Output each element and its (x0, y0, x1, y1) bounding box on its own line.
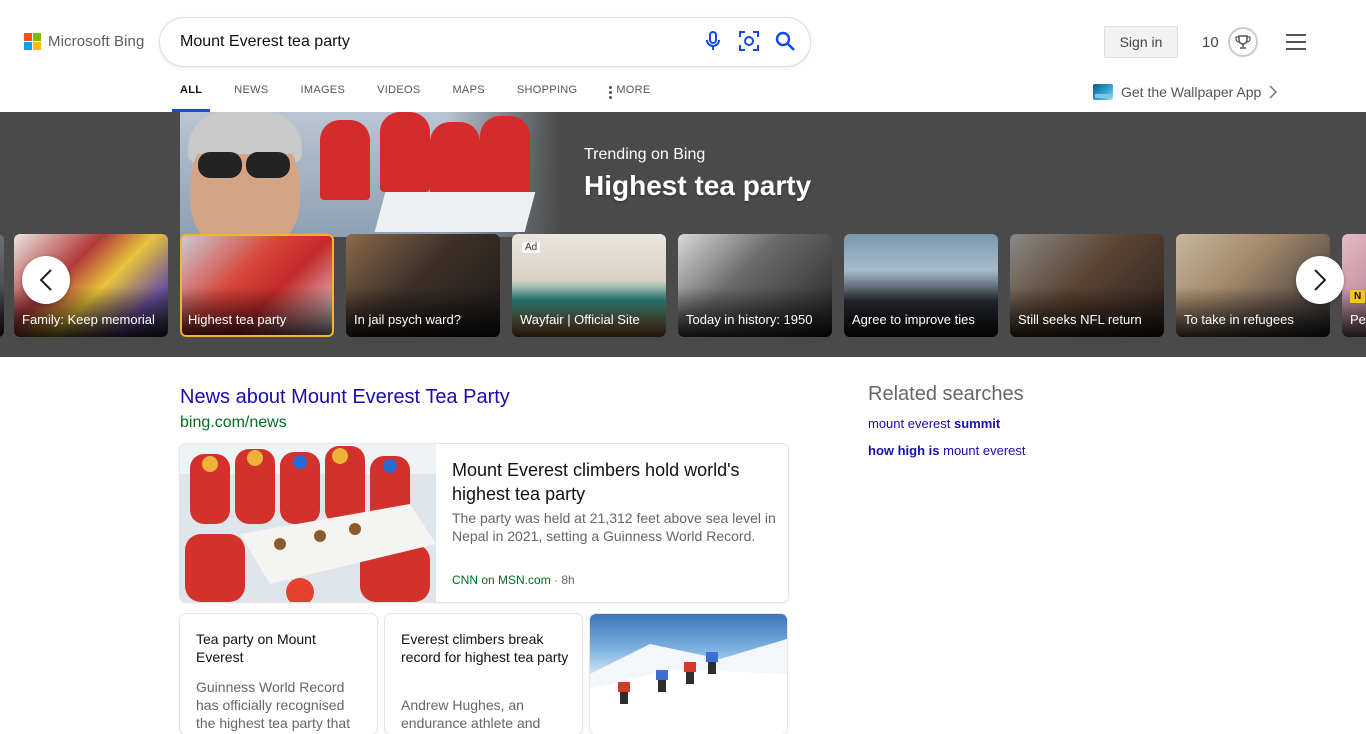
search-input[interactable] (180, 30, 660, 54)
trending-card-caption: Wayfair | Official Site (520, 312, 640, 327)
trending-card-caption: To take in refugees (1184, 312, 1294, 327)
related-search-bold: how high is (868, 443, 940, 458)
visual-search-icon[interactable] (738, 30, 760, 52)
tab-more-label: MORE (616, 84, 651, 96)
trending-card-improve-ties[interactable]: Agree to improve ties (844, 234, 998, 337)
tab-maps[interactable]: MAPS (452, 82, 484, 112)
trending-cards: Family: Keep memorial Highest tea party … (0, 234, 1366, 337)
rewards-points[interactable]: 10 (1202, 34, 1219, 51)
related-search-how-high[interactable]: how high is mount everest (868, 443, 1026, 458)
main-news-image[interactable] (180, 444, 436, 602)
chevron-right-icon (1314, 269, 1327, 291)
wallpaper-app-link[interactable]: Get the Wallpaper App (1093, 84, 1278, 100)
main-news-age: · 8h (554, 573, 575, 587)
news-card-climbers-image[interactable] (590, 614, 787, 734)
trending-card-jail-psych-ward[interactable]: In jail psych ward? (346, 234, 500, 337)
news-source-link[interactable]: bing.com/news (180, 414, 287, 432)
sign-in-button[interactable]: Sign in (1104, 26, 1178, 58)
main-news-provider[interactable]: CNN on MSN.com (452, 573, 551, 587)
trending-card-caption: In jail psych ward? (354, 312, 461, 327)
trending-card-caption: Still seeks NFL return (1018, 312, 1142, 327)
trending-card-caption: Pe (1350, 312, 1366, 327)
rewards-trophy-icon[interactable] (1228, 27, 1258, 57)
more-dots-icon (609, 84, 613, 99)
related-search-plain: mount everest (939, 443, 1026, 458)
related-search-plain: mount everest (868, 416, 954, 431)
news-card-title[interactable]: Everest climbers break record for highes… (401, 630, 571, 666)
trending-card-caption: Agree to improve ties (852, 312, 975, 327)
trending-card-wayfair-ad[interactable]: Ad Wayfair | Official Site (512, 234, 666, 337)
related-search-summit[interactable]: mount everest summit (868, 416, 1000, 431)
related-search-bold: summit (954, 416, 1001, 431)
ad-badge: Ad (522, 242, 541, 253)
trending-card-caption: Family: Keep memorial (22, 312, 155, 327)
trending-label: Trending on Bing (584, 146, 706, 163)
header: Microsoft Bing Sign in 10 ALL NEWS IMAGE… (0, 0, 1366, 112)
trending-carousel: Trending on Bing Highest tea party Famil… (0, 112, 1366, 357)
trending-card-caption: Today in history: 1950 (686, 312, 813, 327)
tab-all[interactable]: ALL (171, 82, 211, 112)
news-card-snippet: Andrew Hughes, an endurance athlete and (401, 697, 541, 731)
related-searches-title: Related searches (868, 383, 1024, 405)
new-badge: N (1350, 290, 1366, 303)
main-news-snippet: The party was held at 21,312 feet above … (452, 510, 776, 544)
main-news-title[interactable]: Mount Everest climbers hold world's high… (452, 458, 772, 506)
chevron-right-icon (1269, 85, 1278, 99)
trending-hero-image[interactable] (180, 112, 560, 237)
trending-title[interactable]: Highest tea party (584, 170, 811, 202)
tab-more[interactable]: MORE (609, 82, 650, 112)
search-icon[interactable] (774, 30, 796, 52)
menu-icon[interactable] (1286, 34, 1306, 50)
news-card-title[interactable]: Tea party on Mount Everest (196, 630, 366, 666)
chevron-left-icon (39, 269, 52, 291)
news-card-snippet: Guinness World Record has officially rec… (196, 679, 351, 731)
carousel-prev-button[interactable] (22, 256, 70, 304)
wallpaper-label: Get the Wallpaper App (1121, 84, 1262, 100)
search-box (160, 18, 810, 66)
trending-card-today-in-history[interactable]: Today in history: 1950 (678, 234, 832, 337)
news-section-title[interactable]: News about Mount Everest Tea Party (180, 386, 510, 409)
news-card-record-break[interactable]: Everest climbers break record for highes… (385, 614, 582, 734)
tab-shopping[interactable]: SHOPPING (517, 82, 577, 112)
trending-card-nfl-return[interactable]: Still seeks NFL return (1010, 234, 1164, 337)
main-news-card[interactable]: Mount Everest climbers hold world's high… (180, 444, 788, 602)
trending-card-prev[interactable] (0, 234, 4, 337)
news-card-tea-party[interactable]: Tea party on Mount Everest Guinness Worl… (180, 614, 377, 734)
search-tabs: ALL NEWS IMAGES VIDEOS MAPS SHOPPING MOR… (171, 82, 683, 112)
tab-images[interactable]: IMAGES (301, 82, 346, 112)
microphone-icon[interactable] (702, 30, 724, 52)
trending-card-highest-tea-party[interactable]: Highest tea party (180, 234, 334, 337)
wallpaper-icon (1093, 84, 1113, 100)
main-news-source: CNN on MSN.com · 8h (452, 573, 575, 587)
tab-videos[interactable]: VIDEOS (377, 82, 420, 112)
bing-logo[interactable]: Microsoft Bing (24, 33, 144, 50)
trending-card-next[interactable]: N Pe (1342, 234, 1366, 337)
logo-text: Microsoft Bing (48, 33, 145, 50)
tab-news[interactable]: NEWS (234, 82, 268, 112)
microsoft-logo-icon (24, 33, 41, 50)
trending-card-caption: Highest tea party (188, 312, 287, 327)
carousel-next-button[interactable] (1296, 256, 1344, 304)
